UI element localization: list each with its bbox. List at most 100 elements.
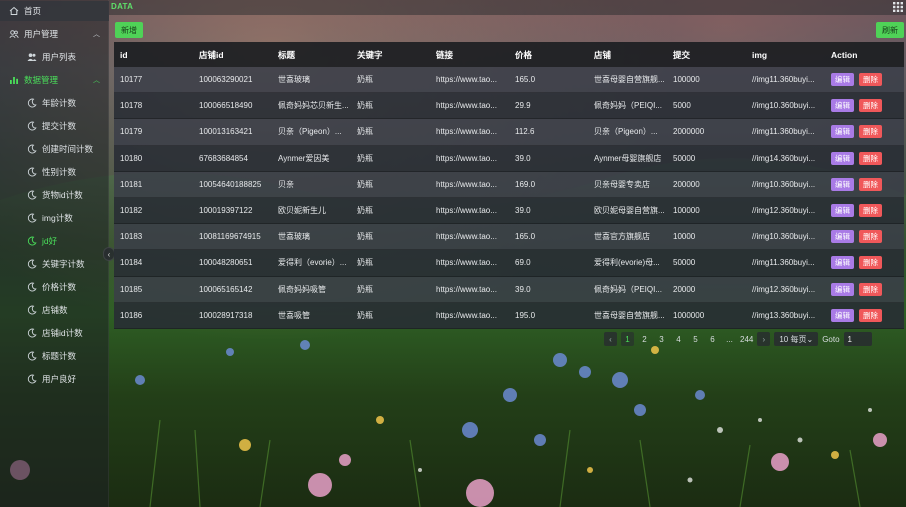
table-cell: 世喜母婴自营旗舰... <box>594 310 665 320</box>
table-cell: 佩奇妈妈（PEIQI... <box>594 101 663 111</box>
edit-button[interactable]: 编辑 <box>831 308 854 322</box>
table-cell: 佩奇妈妈吸管 <box>278 284 326 294</box>
edit-button[interactable]: 编辑 <box>831 256 854 270</box>
sidebar-item-data[interactable]: 关键字计数 <box>0 254 109 274</box>
delete-button[interactable]: 删除 <box>859 177 882 191</box>
prev-page-button[interactable]: ‹ <box>604 332 617 346</box>
page-number[interactable]: 2 <box>638 332 651 346</box>
table-cell: 奶瓶 <box>357 101 373 111</box>
table-cell: 2000000 <box>673 127 705 137</box>
table-cell: 10181 <box>120 179 143 189</box>
table-row: 10186 100028917318 世喜吸管 奶瓶 https://www.tao..… <box>114 302 904 329</box>
sidebar-item-home[interactable]: 首页 <box>0 1 109 21</box>
table-cell: //img11.360buyi... <box>752 258 815 268</box>
sidebar-item-user-list[interactable]: 用户列表 <box>0 47 109 67</box>
edit-button[interactable]: 编辑 <box>831 73 854 87</box>
table-cell: https://www.tao... <box>436 284 497 294</box>
sidebar-item-label: 标题计数 <box>42 351 77 361</box>
sidebar-item-label: 价格计数 <box>42 282 77 292</box>
page-number[interactable]: 244 <box>740 332 753 346</box>
table-cell: 100048280651 <box>199 258 253 268</box>
edit-button[interactable]: 编辑 <box>831 125 854 139</box>
table-cell: 世喜玻璃 <box>278 75 310 85</box>
moon-icon <box>27 305 37 315</box>
table-cell: 10184 <box>120 258 143 268</box>
page-size-select[interactable]: 10 每页 ⌄ <box>774 332 819 346</box>
sidebar-item-data[interactable]: 价格计数 <box>0 277 109 297</box>
row-actions: 编辑 删除 <box>825 282 904 296</box>
table-cell: 贝亲（Pigeon）... <box>594 127 658 137</box>
table-cell: Aynmer母婴旗舰店 <box>594 153 662 163</box>
table-cell: https://www.tao... <box>436 258 497 268</box>
sidebar-item-label: 店铺数 <box>42 305 68 315</box>
delete-button[interactable]: 删除 <box>859 73 882 87</box>
table-row: 10177 100063290021 世喜玻璃 奶瓶 https://www.tao..… <box>114 67 904 94</box>
page-number[interactable]: 5 <box>689 332 702 346</box>
goto-page-input[interactable]: 1 <box>843 332 872 346</box>
delete-button[interactable]: 删除 <box>859 230 882 244</box>
apps-grid-icon[interactable] <box>893 2 903 12</box>
moon-icon <box>27 259 37 269</box>
delete-button[interactable]: 删除 <box>859 204 882 218</box>
sidebar-item-data[interactable]: 用户良好 <box>0 369 109 389</box>
sidebar-group-label: 用户管理 <box>24 29 59 39</box>
table-cell: 贝亲母婴专卖店 <box>594 179 650 189</box>
delete-button[interactable]: 删除 <box>859 256 882 270</box>
home-icon <box>9 6 19 16</box>
table-cell: Aynmer爱因美 <box>278 153 330 163</box>
sidebar-item-data[interactable]: 店铺id计数 <box>0 323 109 343</box>
page-number[interactable]: 4 <box>672 332 685 346</box>
page-number[interactable]: 1 <box>621 332 634 346</box>
edit-button[interactable]: 编辑 <box>831 230 854 244</box>
chevron-up-icon: ︿ <box>93 77 100 84</box>
row-actions: 编辑 删除 <box>825 204 904 218</box>
table-cell: //img11.360buyi... <box>752 75 815 85</box>
sidebar-item-data[interactable]: img计数 <box>0 208 109 228</box>
column-header: 链接 <box>436 49 454 60</box>
sidebar-item-data[interactable]: 标题计数 <box>0 346 109 366</box>
moon-icon <box>27 190 37 200</box>
sidebar-item-data[interactable]: 提交计数 <box>0 116 109 136</box>
sidebar-item-label: 用户列表 <box>42 52 77 62</box>
edit-button[interactable]: 编辑 <box>831 99 854 113</box>
sidebar-item-data[interactable]: jd好 <box>0 231 109 251</box>
sidebar-group-user-mgmt[interactable]: 用户管理 ︿ <box>0 24 109 44</box>
sidebar-group-data-mgmt[interactable]: 数据管理 ︿ <box>0 70 109 90</box>
table-cell: 爱得利（evorie）... <box>278 258 347 268</box>
delete-button[interactable]: 删除 <box>859 125 882 139</box>
table-cell: 100019397122 <box>199 206 253 216</box>
add-button[interactable]: 新增 <box>115 22 143 38</box>
table-cell: 世喜玻璃 <box>278 232 310 242</box>
page-number[interactable]: ... <box>723 332 736 346</box>
table-cell: 69.0 <box>515 258 531 268</box>
refresh-button[interactable]: 刷新 <box>876 22 904 38</box>
page-number[interactable]: 3 <box>655 332 668 346</box>
delete-button[interactable]: 删除 <box>859 151 882 165</box>
sidebar-item-data[interactable]: 年龄计数 <box>0 93 109 113</box>
pagination: ‹ 1 2 3 4 5 6... 244 › 10 每页 ⌄ Goto 1 <box>604 332 872 346</box>
sidebar-item-data[interactable]: 店铺数 <box>0 300 109 320</box>
edit-button[interactable]: 编辑 <box>831 177 854 191</box>
edit-button[interactable]: 编辑 <box>831 204 854 218</box>
table-cell: //img11.360buyi... <box>752 127 815 137</box>
sidebar-item-data[interactable]: 性别计数 <box>0 162 109 182</box>
page-number[interactable]: 6 <box>706 332 719 346</box>
table-cell: 200000 <box>673 179 700 189</box>
sidebar-item-label: 用户良好 <box>42 374 77 384</box>
edit-button[interactable]: 编辑 <box>831 151 854 165</box>
delete-button[interactable]: 删除 <box>859 308 882 322</box>
table-cell: 10054640188825 <box>199 179 262 189</box>
table-cell: 10179 <box>120 127 143 137</box>
sidebar-item-data[interactable]: 货物id计数 <box>0 185 109 205</box>
sidebar-item-label: jd好 <box>42 236 58 246</box>
row-actions: 编辑 删除 <box>825 125 904 139</box>
sidebar-item-data[interactable]: 创建时间计数 <box>0 139 109 159</box>
moon-icon <box>27 328 37 338</box>
next-page-button[interactable]: › <box>757 332 771 346</box>
table-cell: https://www.tao... <box>436 206 497 216</box>
table-cell: https://www.tao... <box>436 127 497 137</box>
delete-button[interactable]: 删除 <box>859 99 882 113</box>
table-cell: 1000000 <box>673 310 705 320</box>
delete-button[interactable]: 删除 <box>859 282 882 296</box>
edit-button[interactable]: 编辑 <box>831 282 854 296</box>
